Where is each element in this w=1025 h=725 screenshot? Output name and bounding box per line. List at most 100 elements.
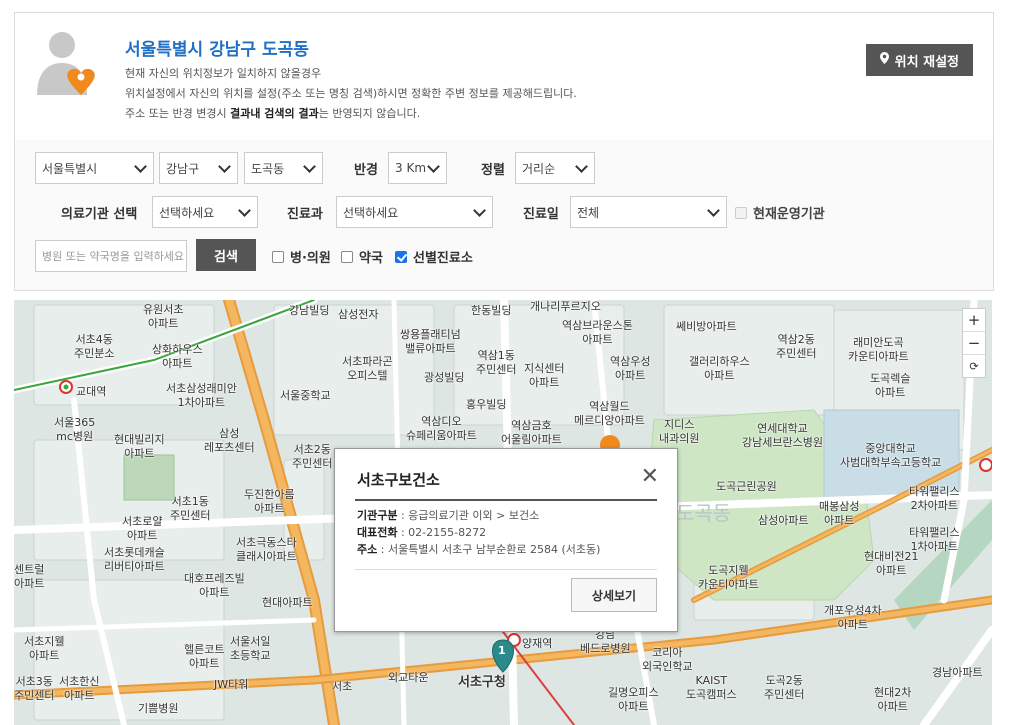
map-label-33: 삼성아파트 <box>758 514 809 527</box>
hospital-label: 병·의원 <box>290 251 331 266</box>
pharmacy-checkbox[interactable]: 약국 <box>341 247 383 266</box>
location-desc-line2: 위치설정에서 자신의 위치를 설정(주소 또는 명칭 검색)하시면 정확한 주변… <box>125 87 577 100</box>
map-label-35: 타워팰리스 2차아파트 <box>909 485 960 512</box>
map-label-62: 현대2차 아파트 <box>874 686 912 713</box>
detail-button[interactable]: 상세보기 <box>571 578 657 612</box>
map-label-16: 지식센터 아파트 <box>524 362 565 389</box>
map-label-56: 양재역 <box>522 637 553 650</box>
location-title: 서울특별시 강남구 도곡동 <box>125 40 309 60</box>
map-label-49: 헬른코트 아파트 <box>184 643 225 670</box>
map-label-66: 개나리푸르지오 <box>530 300 601 313</box>
city-select[interactable]: 서울특별시 <box>35 152 154 184</box>
map-label-26: 래미안도곡 카운티아파트 <box>848 336 909 363</box>
popup-info: 기관구분 : 응급의료기관 이외 > 보건소 대표전화 : 02-2155-82… <box>357 507 600 558</box>
user-location-icon <box>35 29 97 97</box>
location-description: 현재 자신의 위치정보가 일치하지 않을경우 위치설정에서 자신의 위치를 설정… <box>125 64 577 124</box>
map-label-3: 상화하우스 아파트 <box>152 343 203 370</box>
pharmacy-label: 약국 <box>359 251 383 266</box>
map-label-7: 현대빌리지 아파트 <box>114 433 165 460</box>
checkbox-checked-icon <box>395 250 407 263</box>
institution-label: 의료기관 선택 <box>61 207 138 222</box>
map-label-31: 도곡근린공원 <box>716 480 777 493</box>
map-label-67: 서초2동 주민센터 <box>292 443 333 470</box>
institution-select[interactable]: 선택하세요 <box>152 196 258 228</box>
map-label-17: 홍우빌딩 <box>466 398 507 411</box>
map-label-45: 대호프레즈빌 아파트 <box>184 572 245 599</box>
screening-checkbox[interactable]: 선별진료소 <box>395 247 473 266</box>
map-label-44: 서초극동스타 클래시아파트 <box>236 536 297 563</box>
map-label-64: 센트럴 아파트 <box>14 563 45 590</box>
chevron-down-icon <box>303 159 316 173</box>
chevron-down-icon <box>218 159 231 173</box>
desc-line3-a: 주소 또는 반경 변경시 <box>125 107 231 120</box>
map-label-14: 서울중학교 <box>280 389 331 402</box>
map-label-52: JW타워 <box>214 678 249 691</box>
search-button[interactable]: 검색 <box>196 239 256 271</box>
open-now-checkbox[interactable]: 현재운영기관 <box>735 203 825 222</box>
zoom-in-button[interactable]: + <box>963 309 985 332</box>
map-label-53: 기쁨병원 <box>138 702 179 715</box>
dong-select[interactable]: 도곡동 <box>244 152 323 184</box>
zoom-out-button[interactable]: − <box>963 332 985 355</box>
map-view[interactable]: 유원서초 아파트 서초4동 주민분소 상화하우스 아파트 교대역 서초삼성래미안 1차아… <box>14 300 992 725</box>
open-now-label: 현재운영기관 <box>753 207 825 222</box>
dept-select[interactable]: 선택하세요 <box>336 196 493 228</box>
reset-location-button[interactable]: 위치 재설정 <box>865 44 973 76</box>
sort-select[interactable]: 거리순 <box>515 152 595 184</box>
map-label-54: 외교타운 <box>388 671 429 684</box>
chevron-down-icon <box>238 203 251 217</box>
popup-type-row: 기관구분 : 응급의료기관 이외 > 보건소 <box>357 509 540 522</box>
map-label-50: 서초3동 주민센터 <box>14 675 55 702</box>
map-label-41: 서초로얄 아파트 <box>122 515 163 542</box>
dept-value: 선택하세요 <box>343 205 399 220</box>
map-label-37: 현대비전21 아파트 <box>864 550 919 577</box>
radius-label: 반경 <box>354 163 378 178</box>
chevron-down-icon <box>575 159 588 173</box>
map-label-47: 서울서일 초등학교 <box>230 635 271 662</box>
map-label-59: KAIST 도곡캠퍼스 <box>686 674 737 701</box>
map-label-15: 역삼1동 주민센터 <box>476 349 517 376</box>
filter-panel: 서울특별시 강남구 도곡동 반경 3 Km 정렬 거리순 의료기관 선택 선택하… <box>14 140 994 291</box>
map-label-8: 삼성 레포츠센터 <box>204 427 255 454</box>
search-placeholder: 병원 또는 약국명을 입력하세요 <box>42 250 185 263</box>
radius-value: 3 Km <box>395 161 427 175</box>
map-label-39: 개포우성4차 아파트 <box>824 604 882 631</box>
map-label-10: 삼성전자 <box>338 308 379 321</box>
map-label-1: 유원서초 아파트 <box>143 303 184 330</box>
map-label-63: 경남아파트 <box>932 666 983 679</box>
map-pin-icon <box>879 52 889 68</box>
map-label-13: 광성빌딩 <box>424 371 465 384</box>
day-select[interactable]: 전체 <box>570 196 727 228</box>
location-panel: 서울특별시 강남구 도곡동 현재 자신의 위치정보가 일치하지 않을경우 위치설… <box>14 12 994 142</box>
search-input[interactable]: 병원 또는 약국명을 입력하세요 <box>35 240 187 272</box>
hospital-checkbox[interactable]: 병·의원 <box>272 247 331 266</box>
map-label-2: 서초4동 주민분소 <box>74 333 115 360</box>
popup-phone-row: 대표전화 : 02-2155-8272 <box>357 526 487 539</box>
map-reset-icon[interactable]: ⟳ <box>963 355 985 377</box>
map-label-21: 역삼브라운스톤 아파트 <box>562 319 633 346</box>
city-value: 서울특별시 <box>42 161 98 176</box>
checkbox-icon <box>272 250 284 263</box>
desc-line3-c: 는 반영되지 않습니다. <box>318 107 421 120</box>
map-label-46: 현대아파트 <box>262 596 313 609</box>
radius-select[interactable]: 3 Km <box>388 152 447 184</box>
map-label-48: 서초지웰 아파트 <box>24 635 65 662</box>
chevron-down-icon <box>134 159 147 173</box>
map-label-34: 매봉삼성 아파트 <box>819 500 860 527</box>
chevron-down-icon <box>707 203 720 217</box>
map-label-32: 도곡동 <box>676 501 732 525</box>
popup-divider-2 <box>355 569 657 570</box>
sort-label: 정렬 <box>481 163 505 178</box>
day-value: 전체 <box>577 205 600 220</box>
map-label-20: 역삼월드 메르디앙아파트 <box>574 400 645 427</box>
popup-title: 서초구보건소 <box>357 471 440 489</box>
day-label: 진료일 <box>523 207 559 222</box>
map-label-38: 도곡지웰 카운티아파트 <box>698 564 759 591</box>
close-icon[interactable]: ✕ <box>641 464 659 489</box>
district-select[interactable]: 강남구 <box>159 152 238 184</box>
map-label-60: 도곡2동 주민센터 <box>764 674 805 701</box>
info-popup: 서초구보건소 ✕ 기관구분 : 응급의료기관 이외 > 보건소 대표전화 : 0… <box>334 448 678 632</box>
map-label-19: 역삼금호 어울림아파트 <box>501 419 562 446</box>
map-label-58: 코리아 외국인학교 <box>642 646 693 673</box>
marker-number[interactable]: 1 <box>498 644 506 658</box>
